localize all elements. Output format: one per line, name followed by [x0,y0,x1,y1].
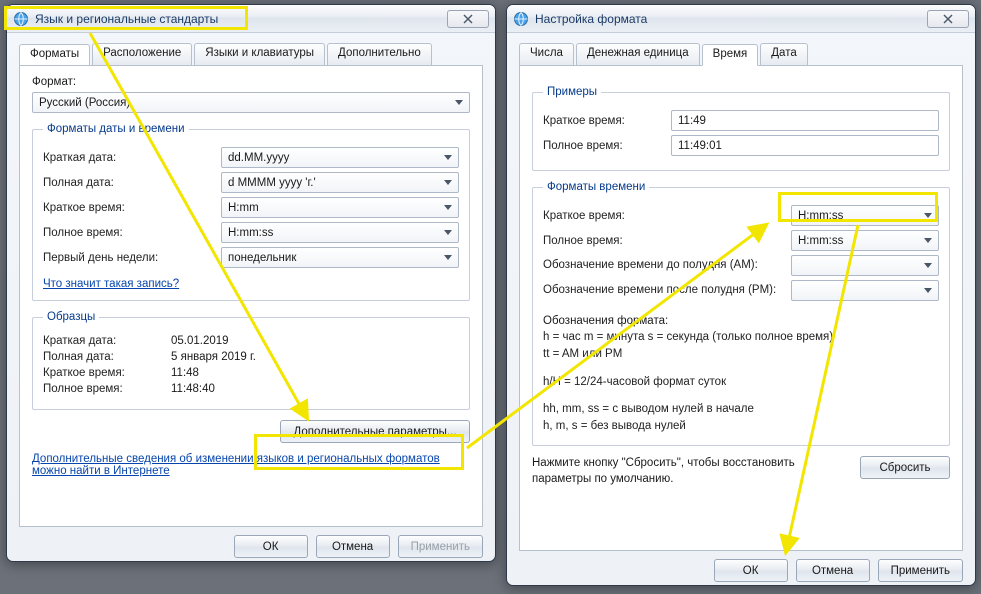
combo-long-time[interactable]: H:mm:ss [221,222,459,243]
group-time-formats-legend: Форматы времени [543,181,649,193]
combo-first-day[interactable]: понедельник [221,247,459,268]
combo-long-date[interactable]: d MMMM yyyy 'г.' [221,172,459,193]
label-first-day: Первый день недели: [43,252,213,264]
notation-line5: h, m, s = без вывода нулей [543,418,939,435]
sample-short-time-label: Краткое время: [43,367,163,379]
group-samples-legend: Образцы [43,311,99,323]
window-customize-format: Настройка формата Числа Денежная единица… [506,4,976,586]
notation-title: Обозначения формата: [543,315,939,327]
button-apply-left[interactable]: Применить [398,535,483,558]
sample-long-time-label: Полное время: [43,383,163,395]
tabpage-time: Примеры Краткое время: 11:49 Полное врем… [519,65,963,551]
notation-line4: hh, mm, ss = с выводом нулей в начале [543,401,939,418]
fmt-short-label: Краткое время: [543,210,783,222]
button-ok-left[interactable]: ОК [234,535,308,558]
button-reset[interactable]: Сбросить [860,456,950,479]
tab-currency[interactable]: Денежная единица [576,43,700,65]
combo-fmt-short-time[interactable]: H:mm:ss [791,205,939,226]
format-combo[interactable]: Русский (Россия) [32,92,470,113]
globe-icon [513,11,529,27]
ex-short-value-text: 11:49 [678,115,706,127]
tab-keyboards[interactable]: Языки и клавиатуры [194,43,325,65]
combo-long-time-value: H:mm:ss [228,227,273,239]
globe-icon [13,11,29,27]
ex-short-label: Краткое время: [543,115,663,127]
sample-long-time-value: 11:48:40 [171,383,215,395]
label-long-time: Полное время: [43,227,213,239]
reset-hint: Нажмите кнопку "Сбросить", чтобы восстан… [532,456,852,487]
combo-am[interactable] [791,255,939,276]
close-button-right[interactable] [927,10,969,28]
ex-long-label: Полное время: [543,140,663,152]
tab-advanced[interactable]: Дополнительно [327,43,432,65]
button-ok-right[interactable]: ОК [714,559,788,582]
group-datetime-formats: Форматы даты и времени Краткая дата: dd.… [32,123,470,301]
group-examples: Примеры Краткое время: 11:49 Полное врем… [532,86,950,171]
button-apply-right[interactable]: Применить [878,559,963,582]
combo-fmt-long-time[interactable]: H:mm:ss [791,230,939,251]
combo-fmt-short-time-value: H:mm:ss [798,210,843,222]
combo-fmt-long-time-value: H:mm:ss [798,235,843,247]
dialog-buttons-left: ОК Отмена Применить [19,535,483,558]
tab-location[interactable]: Расположение [92,43,192,65]
button-additional-params[interactable]: Дополнительные параметры... [280,420,470,443]
sample-short-date-label: Краткая дата: [43,335,163,347]
notation-line1: h = час m = минута s = секунда (только п… [543,329,939,346]
combo-first-day-value: понедельник [228,252,296,264]
fmt-pm-label: Обозначение времени после полудня (PM): [543,283,783,297]
button-cancel-right[interactable]: Отмена [796,559,870,582]
tabstrip-right: Числа Денежная единица Время Дата [519,43,963,66]
sample-short-time-value: 11:48 [171,367,199,379]
ex-short-value: 11:49 [671,110,939,131]
combo-short-time-value: H:mm [228,202,259,214]
combo-pm[interactable] [791,280,939,301]
sample-short-date-value: 05.01.2019 [171,335,229,347]
format-combo-value: Русский (Россия) [39,97,130,109]
tabstrip-left: Форматы Расположение Языки и клавиатуры … [19,43,483,66]
ex-long-value-text: 11:49:01 [678,140,722,152]
sample-long-date-value: 5 января 2019 г. [171,351,256,363]
label-long-date: Полная дата: [43,177,213,189]
group-examples-legend: Примеры [543,86,601,98]
tab-numbers[interactable]: Числа [519,43,574,65]
dialog-buttons-right: ОК Отмена Применить [519,559,963,582]
notation-line3: h/H = 12/24-часовой формат суток [543,374,939,391]
button-cancel-left[interactable]: Отмена [316,535,390,558]
combo-long-date-value: d MMMM yyyy 'г.' [228,177,316,189]
tab-formats[interactable]: Форматы [19,44,90,66]
titlebar-right: Настройка формата [507,5,975,33]
tab-time[interactable]: Время [702,44,759,66]
close-button[interactable] [447,10,489,28]
link-more-info[interactable]: Дополнительные сведения об изменении язы… [32,453,462,477]
titlebar-left: Язык и региональные стандарты [7,5,495,33]
combo-short-time[interactable]: H:mm [221,197,459,218]
combo-short-date-value: dd.MM.yyyy [228,152,289,164]
sample-long-date-label: Полная дата: [43,351,163,363]
group-samples: Образцы Краткая дата: 05.01.2019 Полная … [32,311,470,410]
format-label: Формат: [32,76,470,88]
label-short-date: Краткая дата: [43,152,213,164]
tabpage-formats: Формат: Русский (Россия) Форматы даты и … [19,65,483,527]
notation-line2: tt = AM или PM [543,346,939,363]
window-region-language: Язык и региональные стандарты Форматы Ра… [6,4,496,562]
fmt-long-label: Полное время: [543,235,783,247]
window-title-right: Настройка формата [535,12,927,26]
group-time-formats: Форматы времени Краткое время: H:mm:ss П… [532,181,950,446]
group-datetime-formats-legend: Форматы даты и времени [43,123,189,135]
window-title: Язык и региональные стандарты [35,12,447,26]
ex-long-value: 11:49:01 [671,135,939,156]
tab-date[interactable]: Дата [760,43,807,65]
fmt-am-label: Обозначение времени до полудня (AM): [543,258,783,272]
label-short-time: Краткое время: [43,202,213,214]
combo-short-date[interactable]: dd.MM.yyyy [221,147,459,168]
link-what-notation[interactable]: Что значит такая запись? [43,278,179,290]
